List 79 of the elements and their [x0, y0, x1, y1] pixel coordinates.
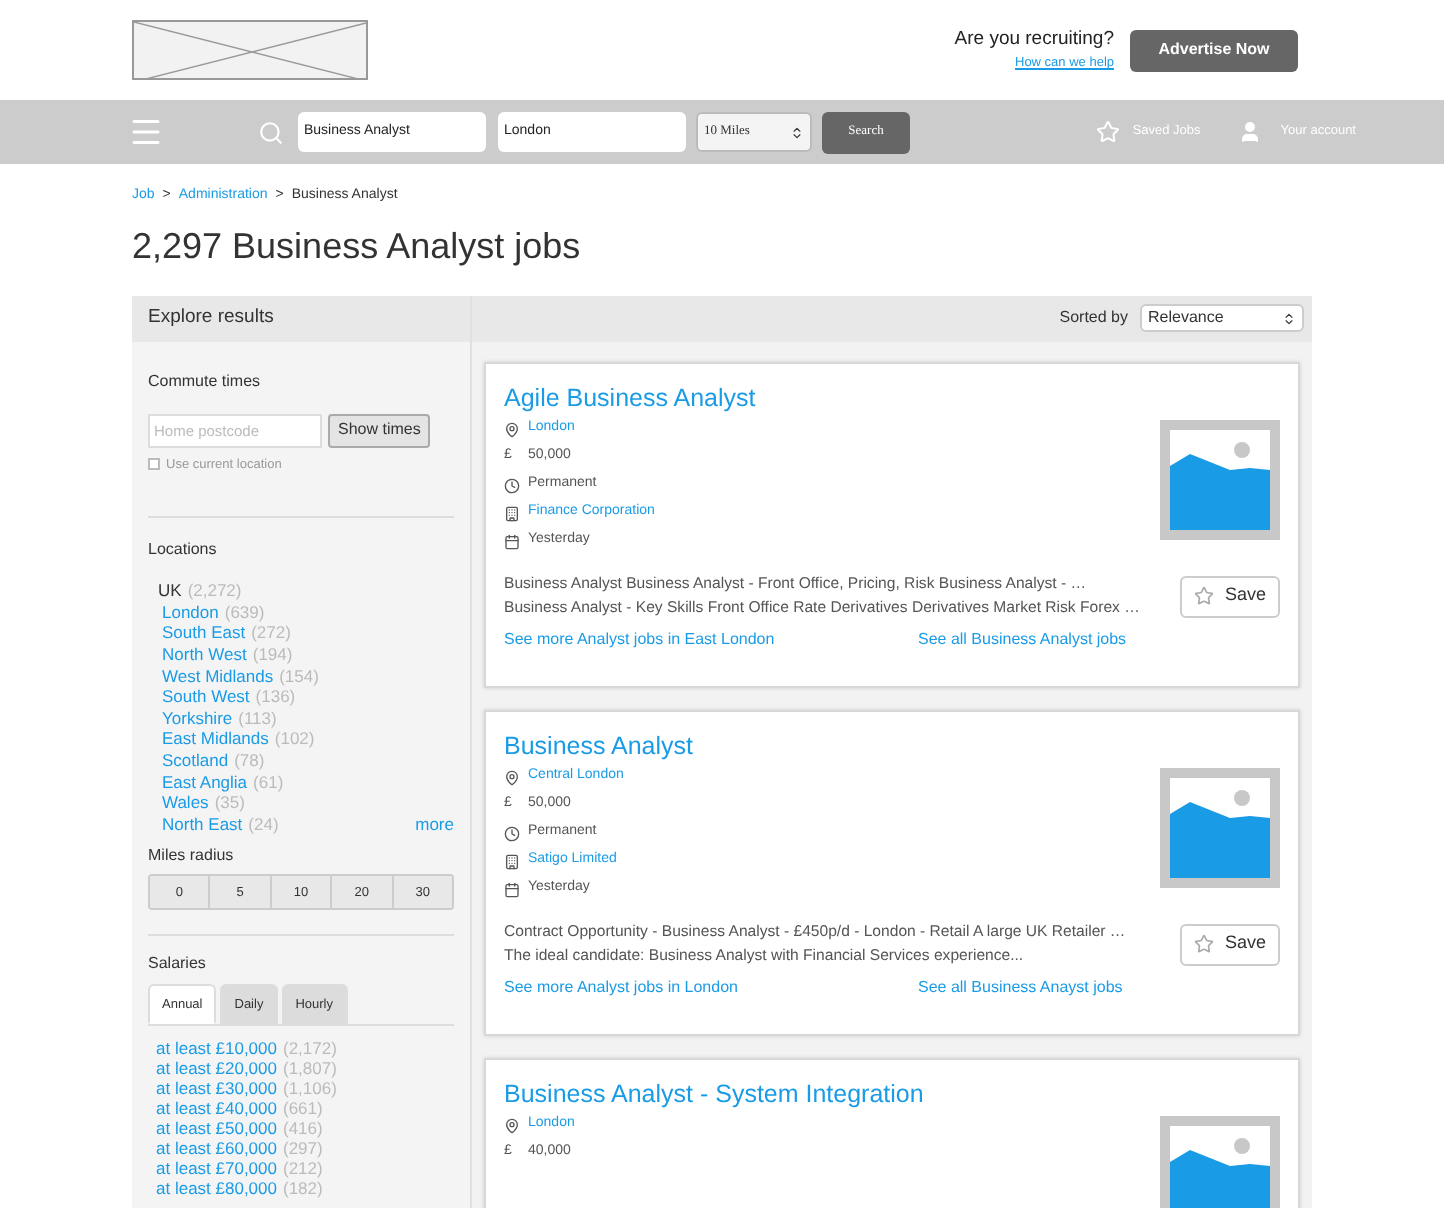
clock-icon: [504, 477, 520, 493]
user-icon: [1238, 120, 1263, 144]
more-jobs-link[interactable]: See more Analyst jobs in London: [504, 975, 918, 999]
location-link[interactable]: Scotland: [162, 750, 229, 772]
map-pin-icon: [504, 769, 520, 785]
sort-label: Sorted by: [1059, 306, 1128, 330]
more-link[interactable]: more: [415, 813, 454, 835]
radius-heading: Miles radius: [148, 844, 236, 869]
location-checkbox[interactable]: [148, 458, 160, 471]
star-icon: [1096, 120, 1121, 144]
location-link[interactable]: Wales: [162, 792, 209, 814]
salary-count: (416): [283, 1118, 323, 1139]
salary-count: (661): [283, 1098, 323, 1119]
salary-link[interactable]: at least £40,000: [156, 1098, 277, 1119]
salary-link[interactable]: at least £70,000: [156, 1158, 277, 1179]
salary-count: (1,807): [283, 1058, 337, 1079]
salary-count: (1,106): [283, 1078, 337, 1099]
salary-link[interactable]: at least £80,000: [156, 1178, 277, 1199]
star-icon: [1194, 934, 1215, 954]
salary-link[interactable]: at least £20,000: [156, 1058, 277, 1079]
sidebar-title: Explore results: [132, 295, 470, 341]
salary-count: (2,172): [283, 1038, 337, 1059]
salary-link[interactable]: at least £60,000: [156, 1138, 277, 1159]
star-icon: [1194, 586, 1215, 606]
menu-icon[interactable]: [128, 114, 164, 150]
location-count: (136): [255, 686, 296, 708]
recruiting-question: Are you recruiting?: [954, 26, 1114, 54]
job-title-link[interactable]: Agile Business Analyst: [504, 379, 1144, 415]
save-button[interactable]: Save: [1180, 575, 1280, 617]
salary-link[interactable]: at least £10,000: [156, 1038, 277, 1059]
location-link[interactable]: North West: [162, 644, 247, 666]
show-times-button[interactable]: Show times: [328, 413, 431, 447]
commute-heading: Commute times: [148, 369, 263, 393]
updown-icon: [790, 125, 804, 139]
building-icon: [504, 505, 520, 521]
location-link[interactable]: North East: [162, 813, 243, 835]
location-count: (24): [248, 813, 279, 835]
map-pin-icon: [504, 421, 520, 437]
location-link[interactable]: East Anglia: [162, 771, 248, 793]
location-count: (113): [238, 707, 277, 729]
salary-count: (212): [283, 1158, 323, 1179]
calendar-icon: [504, 533, 520, 549]
location-count: (35): [214, 792, 245, 814]
location-link[interactable]: South West: [162, 686, 250, 708]
calendar-icon: [504, 881, 520, 897]
salary-link[interactable]: at least £50,000: [156, 1118, 277, 1139]
updown-icon: [1282, 311, 1296, 325]
location-count: (272): [251, 622, 291, 645]
sort-select[interactable]: Relevance: [1140, 304, 1304, 332]
location-count: (154): [279, 665, 319, 687]
location-count: (61): [253, 771, 284, 793]
location-link[interactable]: West Midlands: [162, 665, 274, 687]
salary-count: (182): [283, 1178, 323, 1199]
salaries-heading: Salaries: [148, 952, 208, 977]
location-link[interactable]: East Midlands: [162, 728, 269, 750]
all-jobs-link[interactable]: See all Business Analyst jobs: [918, 627, 1127, 651]
location-link[interactable]: Yorkshire: [162, 707, 233, 729]
job-title-link[interactable]: Business Analyst - System Integration: [504, 1075, 1144, 1111]
search-icon: [258, 119, 284, 145]
salary-count: (297): [283, 1138, 323, 1159]
more-jobs-link[interactable]: See more Analyst jobs in East London: [504, 627, 918, 651]
location-count: (78): [234, 750, 265, 772]
save-button[interactable]: Save: [1180, 923, 1280, 965]
location-link[interactable]: South East: [162, 622, 246, 645]
location-root[interactable]: UK: [158, 580, 182, 602]
location-count: (102): [274, 728, 315, 750]
locations-heading: Locations: [148, 538, 219, 563]
location-link[interactable]: London: [162, 601, 219, 623]
location-count: (2,272): [187, 580, 242, 602]
page-title: 2,297 Business Analyst jobs: [132, 223, 583, 269]
all-jobs-link[interactable]: See all Business Anayst jobs: [918, 975, 1123, 999]
advertise-button[interactable]: Advertise Now: [1130, 29, 1298, 71]
location-count: (194): [252, 644, 293, 666]
map-pin-icon: [504, 1117, 520, 1133]
salary-link[interactable]: at least £30,000: [156, 1078, 277, 1099]
clock-icon: [504, 825, 520, 841]
building-icon: [504, 853, 520, 869]
location-count: (639): [224, 601, 265, 623]
job-title-link[interactable]: Business Analyst: [504, 727, 1144, 763]
